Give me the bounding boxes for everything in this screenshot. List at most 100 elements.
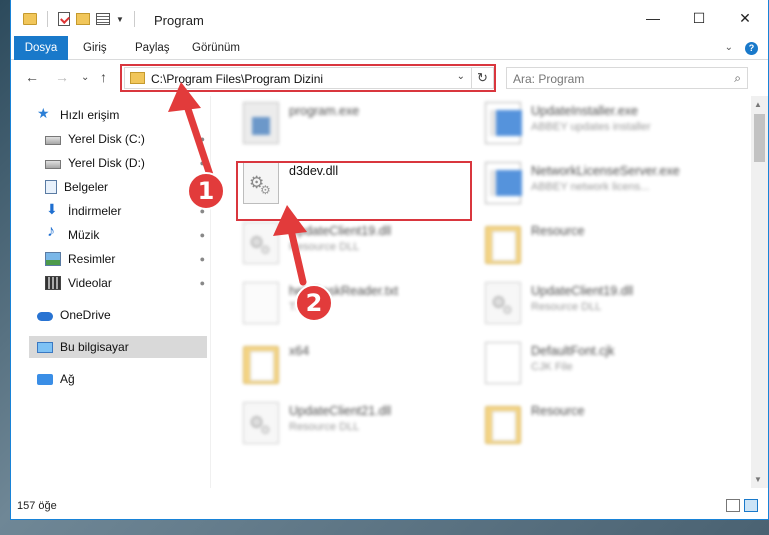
exe-icon xyxy=(485,162,522,204)
tab-file[interactable]: Dosya xyxy=(14,36,68,60)
sidebar-item-local-disk-c[interactable]: Yerel Disk (C:) ● xyxy=(45,128,207,150)
sidebar-item-local-disk-d[interactable]: Yerel Disk (D:) ● xyxy=(45,152,207,174)
pin-icon[interactable]: ● xyxy=(200,278,205,288)
sidebar-item-documents[interactable]: Belgeler ● xyxy=(45,176,207,198)
large-icons-view-icon[interactable] xyxy=(744,499,758,512)
tab-share[interactable]: Paylaş xyxy=(123,36,182,60)
list-item[interactable]: x64 xyxy=(243,342,309,384)
search-box[interactable]: Ara: Program ⌕ xyxy=(506,67,748,89)
sidebar-item-downloads[interactable]: İndirmeler ● xyxy=(45,200,207,222)
list-item-d3dev[interactable]: d3dev.dll xyxy=(243,162,338,204)
sidebar-item-label: Videolar xyxy=(68,276,112,290)
details-view-icon[interactable] xyxy=(726,499,740,512)
file-name: UpdateClient21.dll xyxy=(289,404,392,418)
file-description: Resource DLL xyxy=(289,421,360,433)
minimize-button[interactable]: — xyxy=(630,0,676,36)
network-icon xyxy=(37,373,53,385)
tab-view[interactable]: Görünüm xyxy=(180,36,252,60)
close-button[interactable]: ✕ xyxy=(722,0,768,36)
address-path[interactable]: C:\Program Files\Program Dizini xyxy=(151,72,323,86)
properties-icon[interactable] xyxy=(58,12,70,26)
recent-locations-button[interactable]: ⌄ xyxy=(81,72,89,83)
folder-icon xyxy=(243,346,279,384)
sidebar-item-network[interactable]: Ağ xyxy=(37,368,207,390)
star-icon xyxy=(37,105,53,122)
file-description: Resource DLL xyxy=(289,241,360,253)
sidebar-item-this-pc[interactable]: Bu bilgisayar xyxy=(29,336,207,358)
file-list: program.exe UpdateInstaller.exe ABBEY up… xyxy=(213,96,743,488)
file-description: CJK File xyxy=(531,361,573,373)
toolbar-divider xyxy=(133,11,135,27)
sidebar-item-videos[interactable]: Videolar ● xyxy=(45,272,207,294)
up-button[interactable]: ↑ xyxy=(100,69,107,85)
list-item[interactable]: NetworkLicenseServer.exe ABBEY network l… xyxy=(485,162,680,204)
dll-icon xyxy=(243,402,279,444)
list-item[interactable]: UpdateClient21.dll Resource DLL xyxy=(243,402,391,444)
search-placeholder[interactable]: Ara: Program xyxy=(513,72,584,86)
list-item[interactable]: UpdateClient19.dll Resource DLL xyxy=(485,282,633,324)
sidebar-item-label: Hızlı erişim xyxy=(60,108,120,122)
quick-access-toolbar: ▼ xyxy=(23,11,139,27)
explorer-window: ▼ Program — ☐ ✕ Dosya Giriş Paylaş Görün… xyxy=(10,0,769,520)
file-name: program.exe xyxy=(289,104,360,118)
text-file-icon xyxy=(243,282,279,324)
file-name: Resource xyxy=(531,224,585,238)
customize-toolbar-icon[interactable]: ▼ xyxy=(116,15,124,24)
forward-button[interactable]: → xyxy=(55,69,69,85)
new-folder-icon[interactable] xyxy=(76,13,90,25)
search-icon[interactable]: ⌕ xyxy=(734,71,741,86)
list-item[interactable]: Resource xyxy=(485,222,585,264)
vertical-scrollbar[interactable]: ▲ ▼ xyxy=(751,96,768,488)
disk-icon xyxy=(45,160,61,169)
address-bar[interactable]: C:\Program Files\Program Dizini ⌄ ↻ xyxy=(124,67,494,89)
expand-ribbon-icon[interactable]: ⌄ xyxy=(725,42,733,55)
scroll-down-icon[interactable]: ▼ xyxy=(754,475,762,484)
chevron-down-icon[interactable]: ⌄ xyxy=(457,71,465,82)
sidebar-item-onedrive[interactable]: OneDrive xyxy=(37,304,207,326)
list-item[interactable]: UpdateClient19.dll Resource DLL xyxy=(243,222,391,264)
dll-icon xyxy=(485,282,521,324)
file-description: Resource DLL xyxy=(531,301,602,313)
window-title: Program xyxy=(154,13,204,28)
sidebar-item-label: Bu bilgisayar xyxy=(60,340,129,354)
program-icon xyxy=(243,102,279,144)
folder-icon xyxy=(130,72,145,84)
back-button[interactable]: ← xyxy=(25,69,39,85)
pin-icon[interactable]: ● xyxy=(200,254,205,264)
list-item[interactable]: program.exe xyxy=(243,102,359,144)
file-name: UpdateInstaller.exe xyxy=(531,104,639,118)
computer-icon xyxy=(37,341,53,353)
pin-icon[interactable]: ● xyxy=(200,134,205,144)
video-icon xyxy=(45,276,61,290)
scroll-up-icon[interactable]: ▲ xyxy=(754,100,762,109)
help-icon[interactable]: ? xyxy=(745,42,758,55)
pin-icon[interactable]: ● xyxy=(200,230,205,240)
list-item[interactable]: Resource xyxy=(485,402,585,444)
file-name: Resource xyxy=(531,404,585,418)
sidebar-item-label: Müzik xyxy=(68,228,100,242)
list-item[interactable]: DefaultFont.cjk CJK File xyxy=(485,342,614,384)
scrollbar-thumb[interactable] xyxy=(754,114,765,162)
exe-icon xyxy=(485,102,522,144)
file-name: UpdateClient19.dll xyxy=(289,224,392,238)
sidebar-item-label: Belgeler xyxy=(64,180,109,194)
refresh-button[interactable]: ↻ xyxy=(471,68,493,88)
title-bar: ▼ Program — ☐ ✕ xyxy=(11,0,768,36)
sidebar-item-label: OneDrive xyxy=(60,308,111,322)
list-item[interactable]: UpdateInstaller.exe ABBEY updates instal… xyxy=(485,102,651,144)
toolbar-divider xyxy=(47,11,48,27)
pin-icon[interactable]: ● xyxy=(200,158,205,168)
navigation-bar: ← → ⌄ ↑ C:\Program Files\Program Dizini … xyxy=(11,62,768,94)
sidebar-item-quick-access[interactable]: Hızlı erişim xyxy=(37,104,207,126)
view-options-icon[interactable] xyxy=(96,13,110,25)
sidebar-item-pictures[interactable]: Resimler ● xyxy=(45,248,207,270)
tab-home[interactable]: Giriş xyxy=(71,36,119,60)
file-name: NetworkLicenseServer.exe xyxy=(531,164,680,178)
item-count: 157 öğe xyxy=(17,500,57,512)
sidebar-item-music[interactable]: Müzik ● xyxy=(45,223,207,246)
folder-icon xyxy=(485,226,521,264)
document-icon xyxy=(45,180,57,194)
status-bar: 157 öğe xyxy=(11,493,768,519)
maximize-button[interactable]: ☐ xyxy=(676,0,722,36)
step-badge-1: 1 xyxy=(187,172,225,210)
